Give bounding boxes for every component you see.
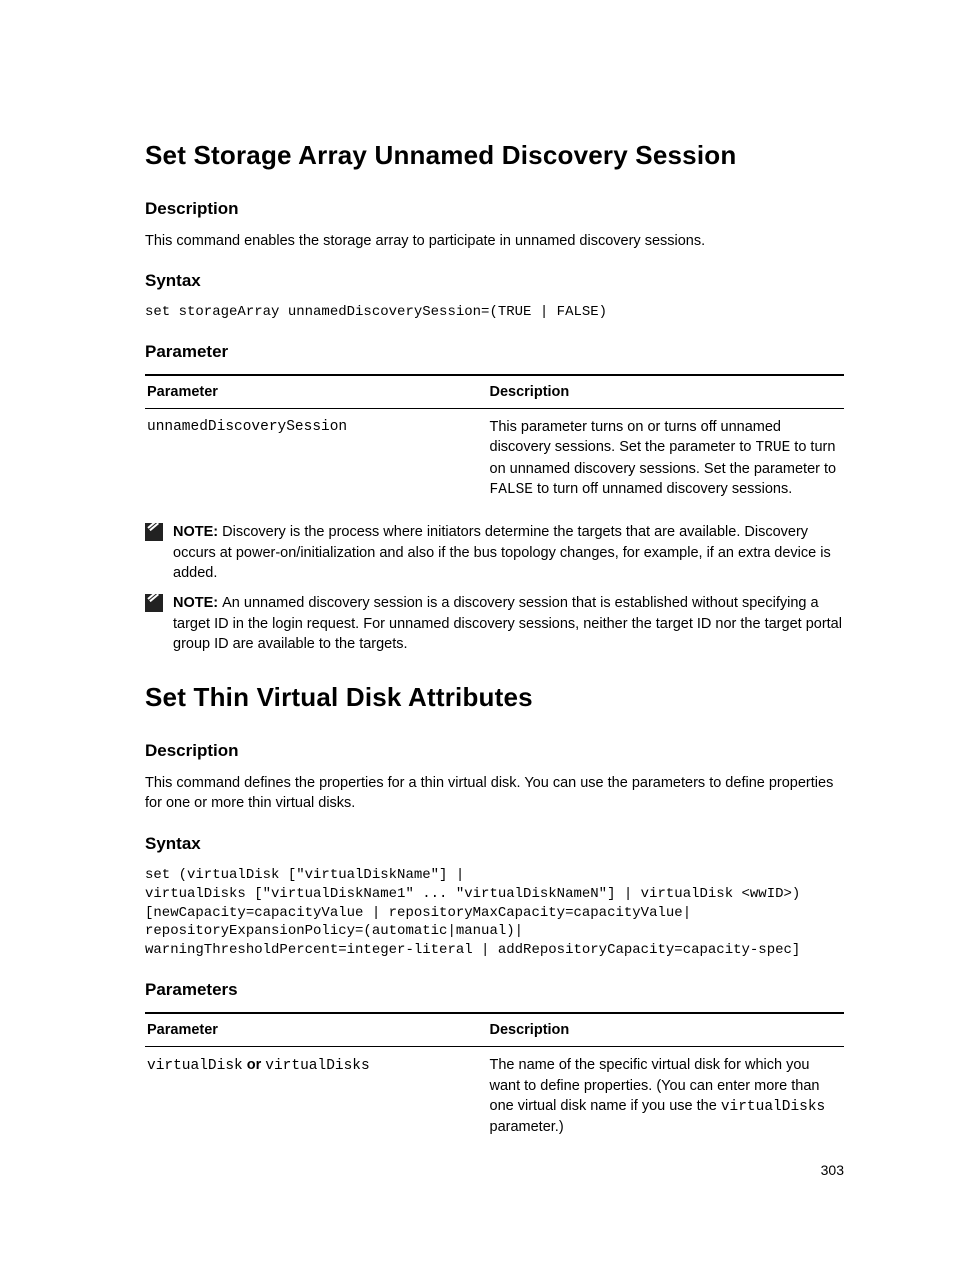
param-description: This parameter turns on or turns off unn… [488,409,845,509]
note-block: NOTE: Discovery is the process where ini… [145,522,844,583]
param-name: unnamedDiscoverySession [145,409,488,509]
section-title: Set Storage Array Unnamed Discovery Sess… [145,140,844,171]
table-row: virtualDisk or virtualDisks The name of … [145,1047,844,1146]
syntax-code: set (virtualDisk ["virtualDiskName"] | v… [145,866,844,960]
parameters-heading: Parameters [145,980,844,1000]
note-text: NOTE: Discovery is the process where ini… [173,522,844,583]
syntax-heading: Syntax [145,834,844,854]
note-icon [145,523,163,541]
table-row: unnamedDiscoverySession This parameter t… [145,409,844,509]
description-text: This command defines the properties for … [145,773,844,814]
table-header-parameter: Parameter [145,1013,488,1047]
description-heading: Description [145,741,844,761]
page-number: 303 [821,1162,844,1178]
note-icon [145,594,163,612]
note-block: NOTE: An unnamed discovery session is a … [145,593,844,654]
parameter-heading: Parameter [145,342,844,362]
section-title: Set Thin Virtual Disk Attributes [145,682,844,713]
param-name: virtualDisk or virtualDisks [145,1047,488,1146]
parameter-table: Parameter Description unnamedDiscoverySe… [145,374,844,508]
syntax-heading: Syntax [145,271,844,291]
syntax-code: set storageArray unnamedDiscoverySession… [145,303,844,322]
param-description: The name of the specific virtual disk fo… [488,1047,845,1146]
description-text: This command enables the storage array t… [145,231,844,251]
table-header-parameter: Parameter [145,375,488,409]
table-header-description: Description [488,375,845,409]
note-text: NOTE: An unnamed discovery session is a … [173,593,844,654]
description-heading: Description [145,199,844,219]
table-header-description: Description [488,1013,845,1047]
parameters-table: Parameter Description virtualDisk or vir… [145,1012,844,1145]
